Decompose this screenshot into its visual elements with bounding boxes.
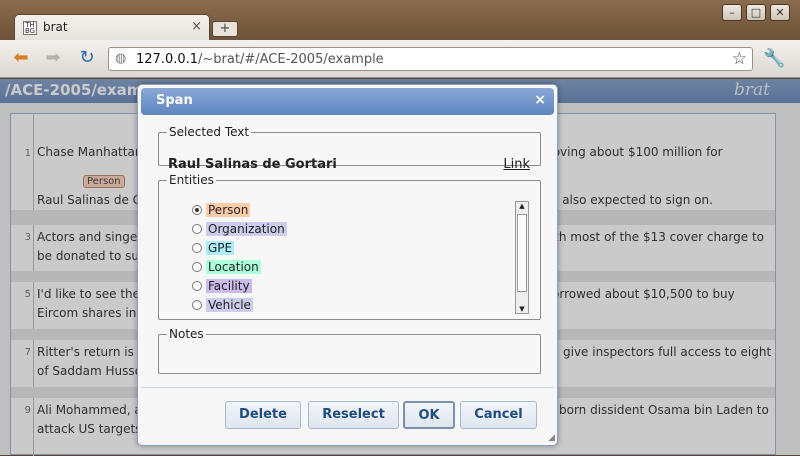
scroll-up-arrow-icon[interactable]: ▲ (516, 202, 528, 210)
browser-tab[interactable]: TH BG brat × (14, 14, 210, 40)
entity-label: Facility (206, 279, 252, 293)
notes-legend: Notes (169, 327, 204, 341)
tab-bar: TH BG brat × + – □ ✕ (0, 0, 800, 40)
browser-toolbar: ⬅ ➡ ↻ ◍ 127.0.0.1/~brat/#/ACE-2005/examp… (0, 40, 800, 78)
tab-close-icon[interactable]: × (191, 19, 202, 34)
entity-label: Location (206, 260, 261, 274)
url-text: 127.0.0.1/~brat/#/ACE-2005/example (136, 52, 384, 67)
entity-label: GPE (206, 241, 235, 255)
entity-label: Vehicle (206, 298, 253, 312)
ok-button[interactable]: OK (403, 401, 455, 429)
entity-radio[interactable] (192, 243, 202, 253)
close-window-button[interactable]: ✕ (770, 4, 790, 21)
new-tab-button[interactable]: + (212, 21, 238, 37)
entity-label: Person (206, 203, 251, 217)
scrollbar-thumb[interactable] (517, 214, 527, 292)
globe-icon: ◍ (115, 51, 127, 66)
dialog-separator (141, 387, 554, 388)
selected-text-legend: Selected Text (169, 125, 250, 139)
notes-fieldset[interactable]: Notes (158, 327, 541, 374)
dialog-title: Span (156, 93, 193, 108)
entities-legend: Entities (169, 173, 214, 187)
tab-title: brat (43, 20, 68, 34)
reload-icon[interactable]: ↻ (76, 49, 98, 69)
dialog-titlebar[interactable]: Span × (141, 88, 554, 115)
close-icon[interactable]: × (534, 92, 546, 108)
entity-radio[interactable] (192, 281, 202, 291)
link-link[interactable]: Link (503, 157, 530, 172)
wrench-icon[interactable]: 🔧 (763, 48, 785, 69)
back-arrow-icon[interactable]: ⬅ (10, 49, 32, 69)
entity-radio[interactable] (192, 262, 202, 272)
address-bar[interactable]: ◍ 127.0.0.1/~brat/#/ACE-2005/example ☆ (108, 47, 753, 71)
maximize-button[interactable]: □ (746, 4, 766, 21)
entity-radio[interactable] (192, 224, 202, 234)
scroll-down-arrow-icon[interactable]: ▼ (516, 305, 528, 313)
span-dialog: Span × Selected Text Raul Salinas de Gor… (137, 84, 558, 446)
entity-radio[interactable] (192, 300, 202, 310)
url-path: /~brat/#/ACE-2005/example (198, 52, 384, 67)
bookmark-star-icon[interactable]: ☆ (732, 49, 747, 69)
minimize-button[interactable]: – (722, 4, 742, 21)
entity-radio[interactable] (192, 205, 202, 215)
resize-grip-icon[interactable]: ◢ (548, 433, 555, 443)
entities-fieldset: Entities Person Organization GPE Location Fa… (158, 173, 541, 320)
forward-arrow-icon[interactable]: ➡ (42, 49, 64, 69)
entity-label: Organization (206, 222, 287, 236)
selected-text: Raul Salinas de Gortari (168, 157, 337, 172)
reselect-button[interactable]: Reselect (308, 401, 399, 429)
cancel-button[interactable]: Cancel (460, 401, 537, 429)
selected-text-fieldset: Selected Text Raul Salinas de Gortari Li… (158, 125, 541, 172)
url-host: 127.0.0.1 (136, 52, 199, 67)
brat-favicon-icon: TH BG (23, 21, 37, 35)
entity-list-scrollbar[interactable]: ▲ ▼ (515, 201, 529, 314)
delete-button[interactable]: Delete (225, 401, 301, 429)
